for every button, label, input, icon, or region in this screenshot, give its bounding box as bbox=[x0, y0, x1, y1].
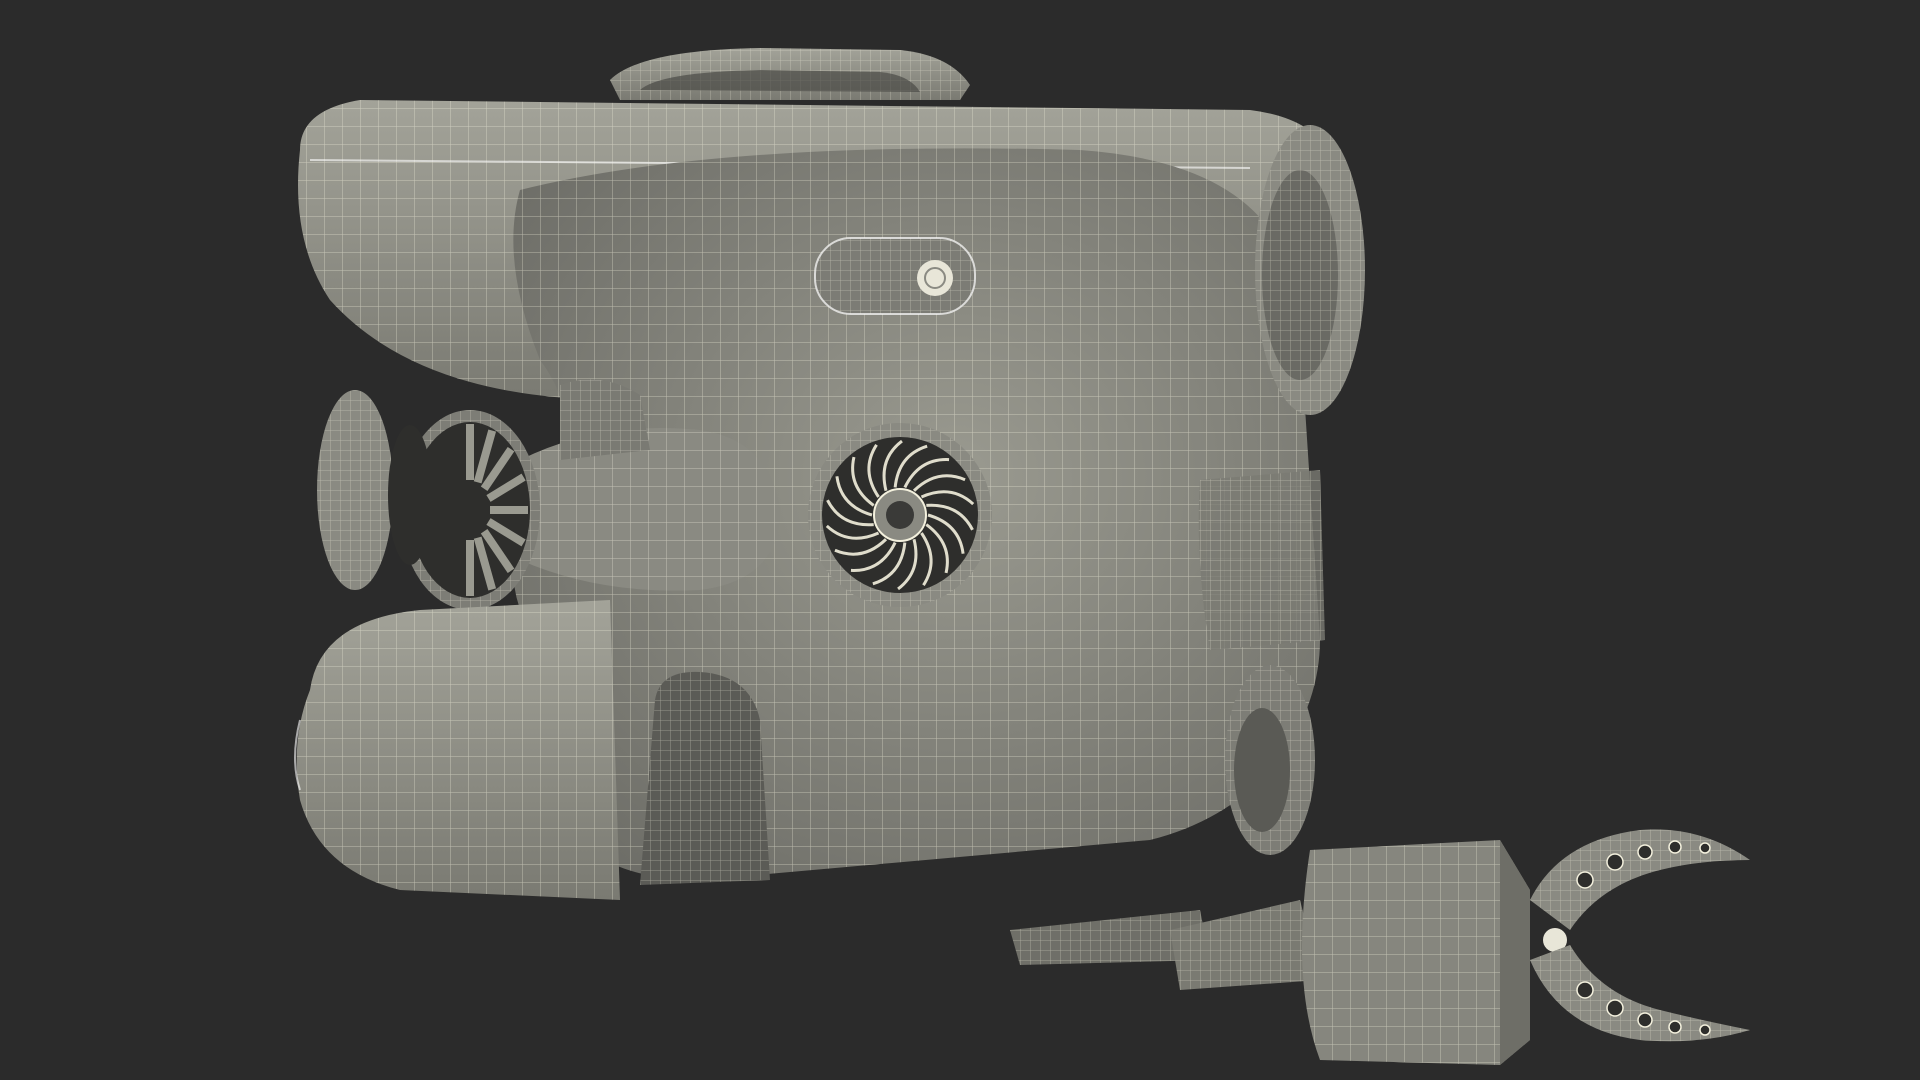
camera-housing bbox=[1255, 125, 1365, 415]
claw-hole bbox=[1606, 999, 1624, 1017]
lower-opening bbox=[640, 671, 770, 885]
gripper-housing bbox=[1302, 840, 1567, 1065]
claw-hole bbox=[1606, 853, 1624, 871]
claw-hole bbox=[1576, 981, 1594, 999]
claw-hole bbox=[1637, 1012, 1653, 1028]
lower-port bbox=[1225, 665, 1315, 855]
claw-hole bbox=[1699, 1024, 1711, 1036]
bottom-plate bbox=[1010, 900, 1320, 990]
lower-pontoon bbox=[294, 600, 620, 900]
gripper-claw-lower bbox=[1530, 945, 1750, 1042]
claw-hole bbox=[1668, 1020, 1682, 1034]
drone-wireframe-render bbox=[294, 48, 1750, 1065]
sensor-slot bbox=[814, 237, 976, 315]
central-thruster bbox=[808, 423, 992, 607]
side-thruster-cage bbox=[317, 390, 540, 610]
gripper-claw-upper bbox=[1530, 829, 1750, 930]
claw-hole bbox=[1637, 844, 1653, 860]
claw-hole bbox=[1699, 842, 1711, 854]
claw-hole bbox=[1576, 871, 1594, 889]
claw-hole bbox=[1668, 840, 1682, 854]
top-handle bbox=[610, 48, 970, 100]
render-viewport bbox=[0, 0, 1920, 1080]
